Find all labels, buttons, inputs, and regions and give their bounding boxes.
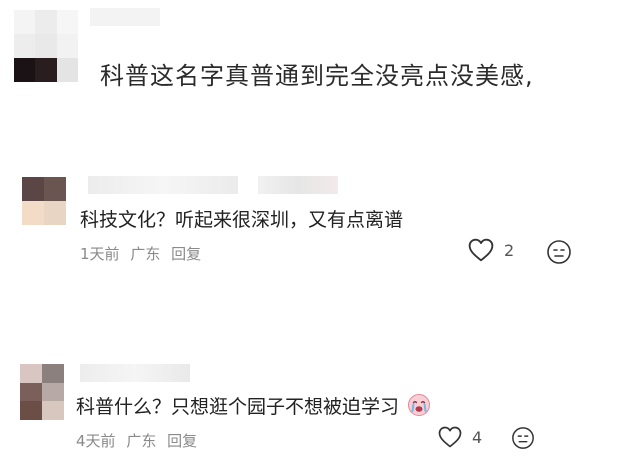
comment-text: 科技文化？听起来很深圳，又有点离谱: [80, 209, 404, 231]
reply-button[interactable]: 回复: [167, 432, 197, 450]
comment-meta: 4天前 广东 回复: [76, 430, 203, 451]
comment-text-content: 科普什么？只想逛个园子不想被迫学习: [76, 396, 400, 418]
reply-button[interactable]: 回复: [171, 245, 201, 263]
avatar[interactable]: [14, 10, 78, 82]
comment-text: 科普什么？只想逛个园子不想被迫学习: [76, 392, 431, 419]
username-blurred[interactable]: [88, 176, 238, 194]
comment-location: 广东: [130, 245, 161, 263]
like-button[interactable]: 2: [468, 238, 514, 262]
badge-blurred: [258, 176, 338, 194]
heart-outline-icon: [468, 238, 494, 262]
neutral-face-icon[interactable]: [511, 426, 535, 450]
top-comment-text: 科普这名字真普通到完全没亮点没美感,: [100, 62, 534, 90]
heart-outline-icon: [438, 426, 462, 448]
username-blurred[interactable]: [80, 364, 190, 382]
like-count: 4: [472, 427, 483, 447]
comment-time: 1天前: [80, 245, 120, 263]
crying-face-emoji: [408, 394, 431, 416]
neutral-face-icon[interactable]: [546, 239, 572, 265]
like-count: 2: [504, 240, 515, 260]
avatar[interactable]: [22, 177, 66, 225]
username-blurred: [90, 8, 160, 26]
like-button[interactable]: 4: [438, 426, 482, 448]
avatar[interactable]: [20, 364, 64, 420]
comment-meta: 1天前 广东 回复: [80, 243, 207, 264]
comment-location: 广东: [126, 432, 157, 450]
comment-time: 4天前: [76, 432, 116, 450]
